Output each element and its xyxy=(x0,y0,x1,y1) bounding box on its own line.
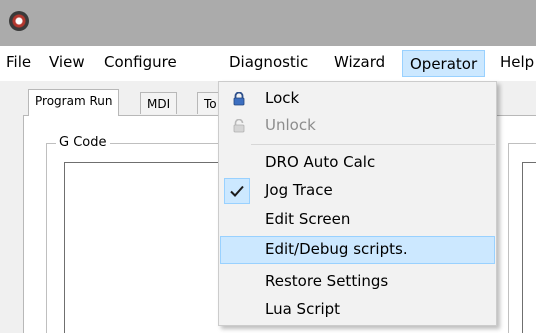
tab-program-run[interactable]: Program Run xyxy=(28,89,120,116)
menu-item-edit-debug-scripts[interactable]: Edit/Debug scripts. xyxy=(220,236,495,264)
unlock-icon xyxy=(233,119,245,133)
title-bar xyxy=(0,0,536,46)
menu-file[interactable]: File xyxy=(6,53,31,71)
gcode-editor[interactable] xyxy=(64,162,218,333)
menu-item-dro-auto-calc[interactable]: DRO Auto Calc xyxy=(220,149,495,177)
menu-item-jog-trace[interactable]: Jog Trace xyxy=(220,177,495,205)
right-panel xyxy=(522,162,536,333)
menu-item-label: Lua Script xyxy=(265,300,341,318)
menu-configure[interactable]: Configure xyxy=(104,53,177,71)
menu-item-label: Jog Trace xyxy=(265,181,333,199)
menu-help[interactable]: Help xyxy=(500,53,534,71)
menu-operator[interactable]: Operator xyxy=(402,50,486,77)
tab-mdi[interactable]: MDI xyxy=(140,92,178,114)
menu-item-lua-script[interactable]: Lua Script xyxy=(220,296,495,324)
menu-item-edit-screen[interactable]: Edit Screen xyxy=(220,206,495,234)
menu-bar: File View Configure Diagnostic Wizard Op… xyxy=(0,46,536,81)
menu-item-label: DRO Auto Calc xyxy=(265,153,376,171)
menu-item-lock[interactable]: Lock xyxy=(220,85,495,113)
menu-view[interactable]: View xyxy=(49,53,85,71)
lock-icon xyxy=(233,92,245,106)
menu-item-unlock[interactable]: Unlock xyxy=(220,112,495,140)
menu-diagnostic[interactable]: Diagnostic xyxy=(229,53,308,71)
menu-item-label: Unlock xyxy=(265,116,316,134)
checkmark-box xyxy=(224,178,250,204)
gcode-group-label: G Code xyxy=(56,135,110,150)
app-logo-icon[interactable] xyxy=(9,11,29,31)
menu-item-restore-settings[interactable]: Restore Settings xyxy=(220,268,495,296)
menu-item-label: Restore Settings xyxy=(265,272,389,290)
menu-item-label: Lock xyxy=(265,89,300,107)
menu-item-label: Edit Screen xyxy=(265,210,351,228)
menu-item-label: Edit/Debug scripts. xyxy=(265,240,408,258)
menu-wizard[interactable]: Wizard xyxy=(334,53,385,71)
operator-dropdown-menu: Lock Unlock DRO Auto Calc Jog Trace Edit… xyxy=(218,81,497,326)
checkmark-icon xyxy=(230,185,244,197)
menu-separator xyxy=(251,144,495,145)
